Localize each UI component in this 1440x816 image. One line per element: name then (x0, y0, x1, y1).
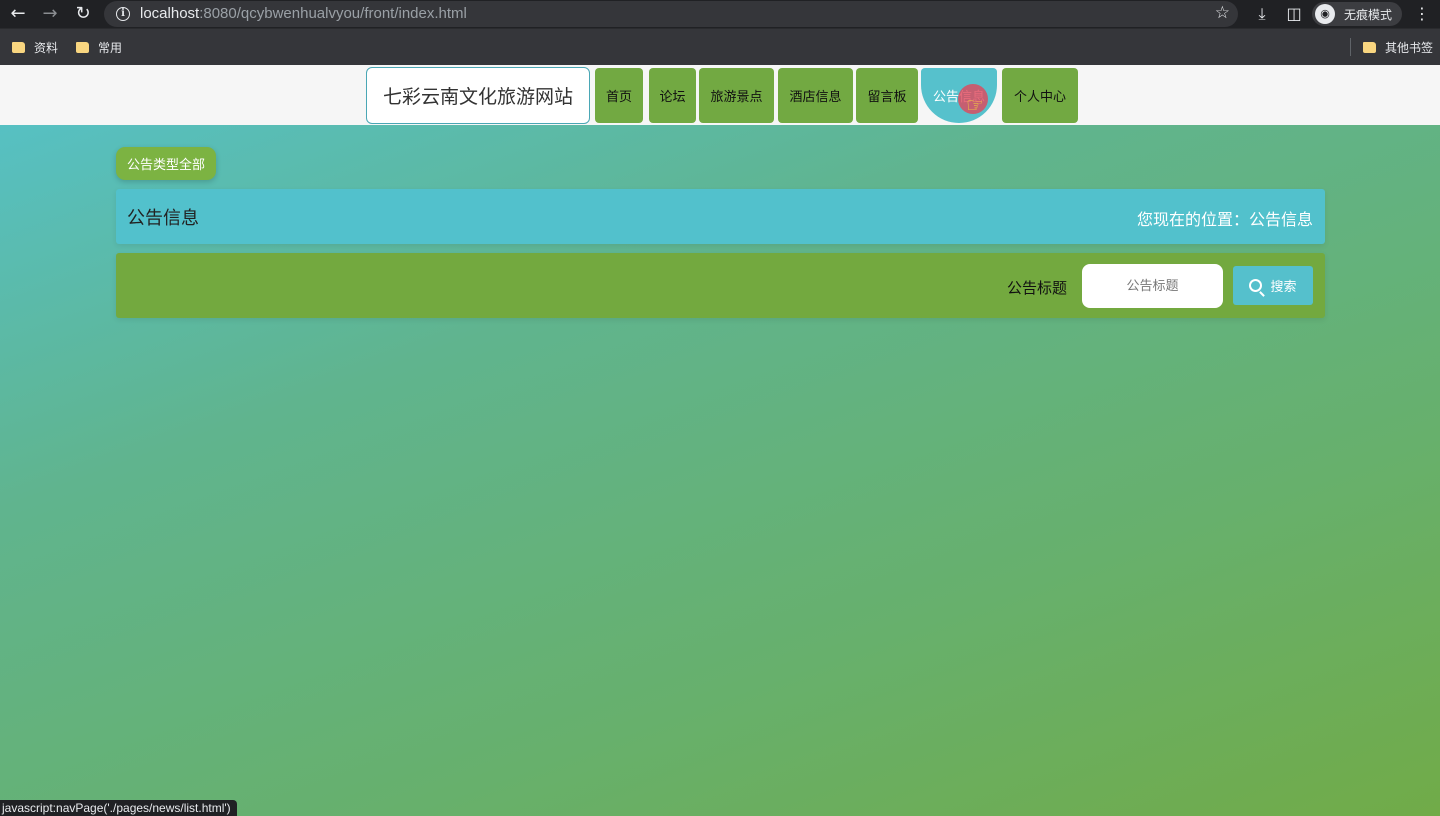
download-icon[interactable]: ⤓ (1252, 4, 1272, 24)
side-panel-icon[interactable]: ◫ (1284, 4, 1304, 24)
bookmark-folder[interactable]: 常用 (76, 39, 122, 56)
search-button-label: 搜索 (1270, 280, 1297, 295)
folder-icon (76, 42, 89, 53)
address-bar[interactable]: i localhost:8080/qcybwenhualvyou/front/i… (104, 1, 1238, 27)
other-bookmarks-label: 其他书签 (1385, 41, 1434, 55)
incognito-badge[interactable]: ◉ 无痕模式 (1312, 2, 1402, 26)
title-bar: 公告信息 您现在的位置：公告信息 (116, 189, 1325, 244)
bookmark-folder[interactable]: 资料 (12, 39, 58, 56)
page-viewport: 七彩云南文化旅游网站 首页 论坛 旅游景点 酒店信息 留言板 公告信息 个人中心… (0, 65, 1440, 816)
hand-pointer-icon: ☞ (966, 93, 984, 117)
nav-item-guestbook[interactable]: 留言板 (856, 68, 918, 123)
search-icon (1249, 279, 1263, 292)
breadcrumb: 您现在的位置：公告信息 (1136, 210, 1313, 229)
category-all-button[interactable]: 公告类型全部 (116, 147, 217, 180)
nav-item-hotels[interactable]: 酒店信息 (778, 68, 853, 123)
site-info-icon[interactable]: i (116, 7, 130, 21)
search-button[interactable]: 搜索 (1233, 266, 1313, 305)
folder-icon (1363, 42, 1376, 53)
browser-toolbar: ← → ↻ i localhost:8080/qcybwenhualvyou/f… (0, 0, 1440, 28)
nav-item-forum[interactable]: 论坛 (649, 68, 696, 123)
forward-arrow-icon[interactable]: → (39, 3, 61, 25)
nav-item-attractions[interactable]: 旅游景点 (699, 68, 774, 123)
bookmark-label: 资料 (34, 41, 59, 55)
bookmarks-bar: 资料 常用 其他书签 (0, 28, 1440, 65)
bookmarks-divider (1350, 38, 1351, 56)
incognito-label: 无痕模式 (1344, 7, 1393, 22)
search-input[interactable] (1082, 264, 1223, 308)
bookmark-label: 常用 (98, 41, 123, 55)
more-menu-icon[interactable]: ⋮ (1412, 4, 1432, 24)
page-title: 公告信息 (127, 208, 199, 229)
nav-item-home[interactable]: 首页 (595, 68, 643, 123)
status-bar-link: javascript:navPage('./pages/news/list.ht… (0, 800, 237, 816)
search-label: 公告标题 (1007, 279, 1068, 297)
nav-item-profile[interactable]: 个人中心 (1002, 68, 1078, 123)
incognito-icon: ◉ (1315, 4, 1335, 24)
back-arrow-icon[interactable]: ← (7, 3, 29, 25)
search-panel: 公告标题 搜索 (116, 253, 1325, 318)
top-navigation: 七彩云南文化旅游网站 首页 论坛 旅游景点 酒店信息 留言板 公告信息 个人中心… (0, 65, 1440, 125)
bookmark-star-icon[interactable]: ☆ (1215, 3, 1230, 23)
site-title[interactable]: 七彩云南文化旅游网站 (366, 67, 590, 124)
folder-icon (12, 42, 25, 53)
other-bookmarks-folder[interactable]: 其他书签 (1363, 39, 1433, 56)
reload-icon[interactable]: ↻ (72, 3, 94, 25)
url-text[interactable]: localhost:8080/qcybwenhualvyou/front/ind… (140, 5, 467, 22)
